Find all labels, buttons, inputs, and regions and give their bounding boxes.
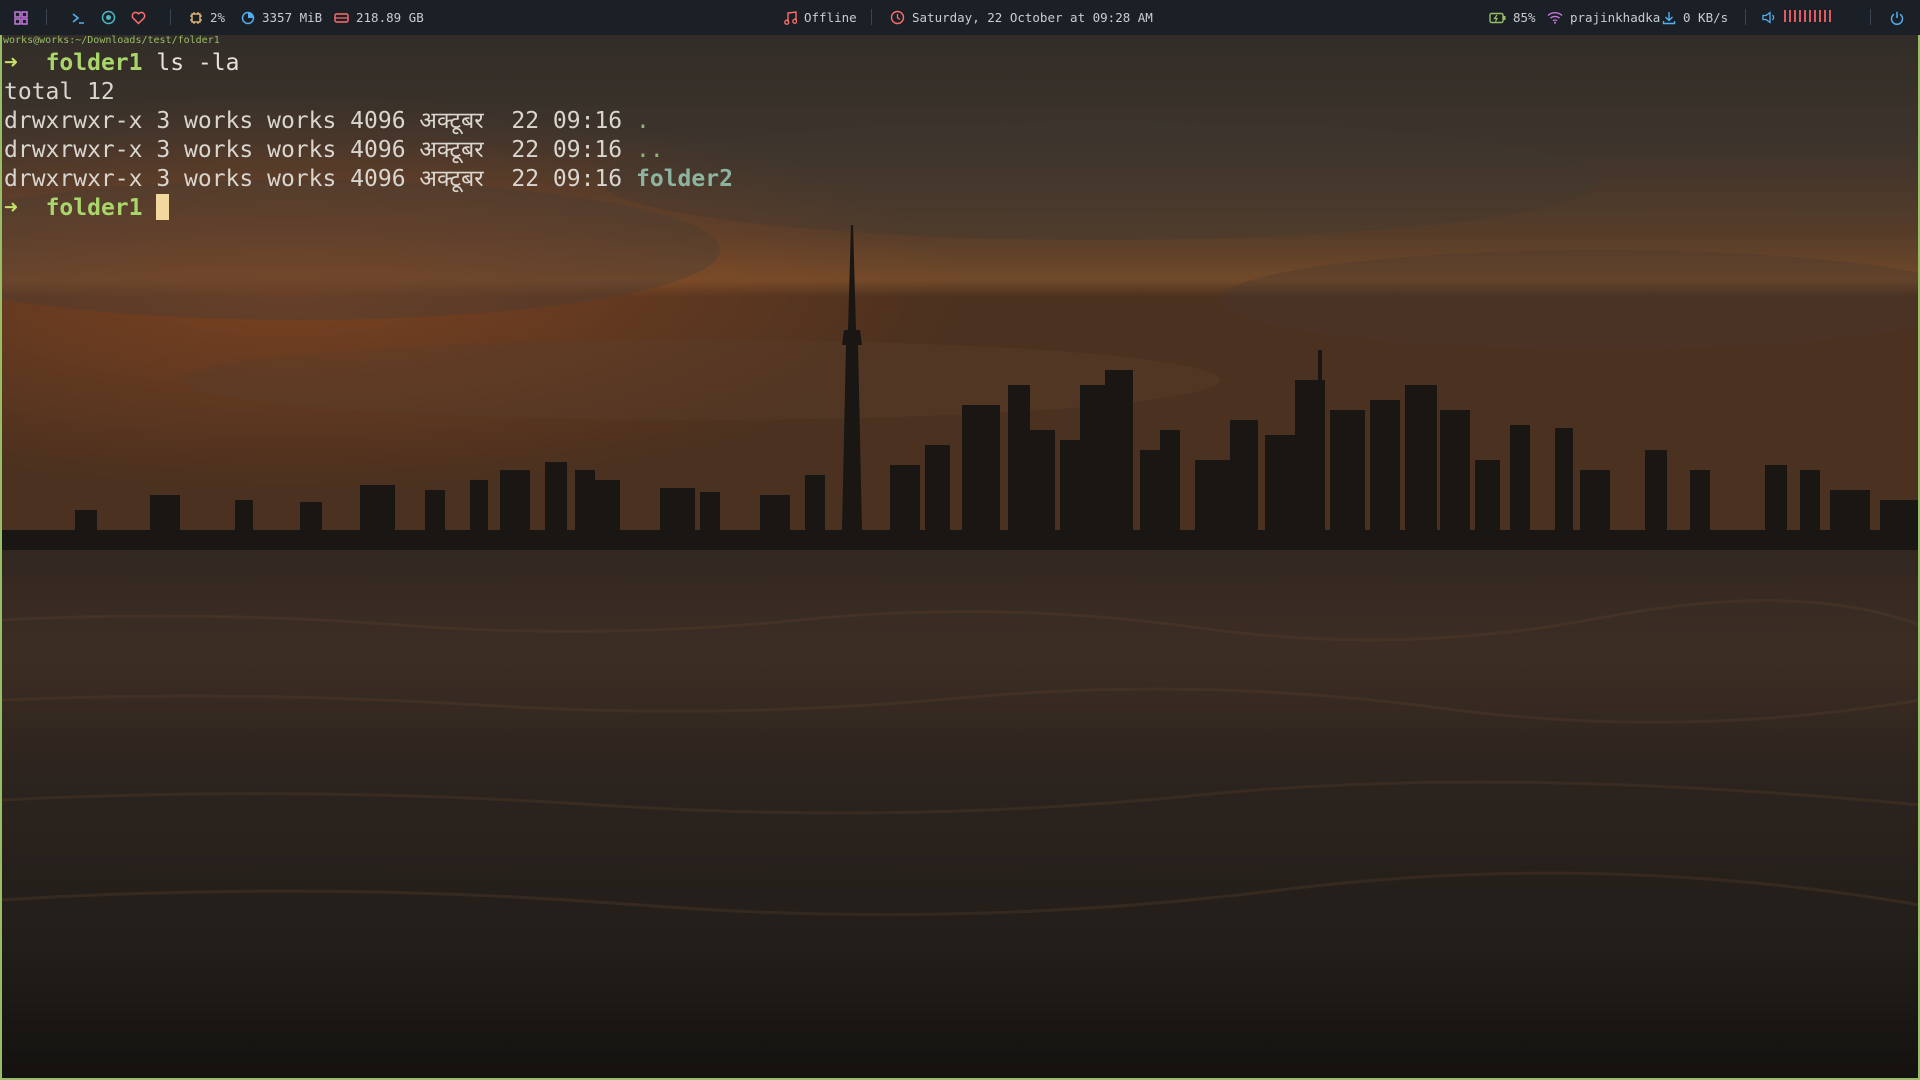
power-button[interactable] (1890, 0, 1904, 35)
memory-indicator: 3357 MiB (241, 0, 322, 35)
volume-bar (1789, 10, 1791, 22)
datetime-text: Saturday, 22 October at 09:28 AM (912, 10, 1153, 25)
entry-month: अक्टूबर (419, 108, 484, 134)
battery-value: 85% (1513, 10, 1536, 25)
volume-level-bars[interactable] (1784, 10, 1834, 25)
prompt-arrow: ➜ (4, 50, 18, 76)
terminal-window[interactable]: works@works:~/Downloads/test/folder1 ➜ f… (0, 35, 1920, 1080)
cpu-indicator: 2% (189, 0, 225, 35)
volume-bar (1784, 10, 1786, 22)
entry-name: . (636, 108, 650, 134)
prompt-arrow: ➜ (4, 195, 18, 221)
network-speed-indicator: 0 KB/s (1662, 0, 1728, 35)
prompt-directory: folder1 (45, 195, 143, 221)
prompt-directory: folder1 (45, 50, 143, 76)
entry-name: folder2 (636, 166, 733, 192)
volume-bar (1829, 10, 1831, 22)
terminal-icon[interactable] (71, 0, 85, 35)
wifi-indicator[interactable]: prajinkhadka (1547, 0, 1660, 35)
terminal-title: works@works:~/Downloads/test/folder1 (3, 35, 220, 46)
entry-month: अक्टूबर (419, 166, 484, 192)
disk-indicator: 218.89 GB (334, 0, 424, 35)
music-note-icon (784, 10, 797, 25)
volume-bar (1824, 10, 1826, 22)
entry-perms: drwxrwxr-x 3 works works 4096 (4, 166, 420, 192)
heart-icon[interactable] (131, 0, 146, 35)
cpu-icon (189, 11, 203, 25)
separator (871, 9, 872, 25)
power-icon (1890, 11, 1904, 25)
top-status-bar: 2% 3357 MiB 218.89 GB Offline Saturday, … (0, 0, 1920, 35)
wifi-icon (1547, 11, 1563, 24)
terminal-line-entry: drwxrwxr-x 3 works works 4096 अक्टूबर 22… (4, 136, 664, 164)
disk-value: 218.89 GB (356, 10, 424, 25)
command-text: ls -la (156, 50, 240, 76)
volume-indicator[interactable] (1762, 0, 1834, 35)
desktop: 2% 3357 MiB 218.89 GB Offline Saturday, … (0, 0, 1920, 1080)
volume-bar (1804, 10, 1806, 22)
net-speed-value: 0 KB/s (1683, 10, 1729, 25)
memory-icon (241, 11, 255, 25)
volume-bar (1819, 10, 1821, 22)
clock-indicator[interactable]: Saturday, 22 October at 09:28 AM (890, 0, 1153, 35)
text-cursor (156, 194, 170, 220)
memory-value: 3357 MiB (262, 10, 323, 25)
separator (46, 9, 47, 25)
entry-time: 22 09:16 (483, 166, 636, 192)
separator (1870, 9, 1871, 25)
terminal-line-prompt[interactable]: ➜ folder1 (4, 194, 170, 222)
browser-icon[interactable] (101, 0, 116, 35)
hard-drive-icon (334, 11, 349, 24)
wifi-name: prajinkhadka (1570, 10, 1661, 25)
battery-charging-icon (1489, 12, 1506, 24)
entry-month: अक्टूबर (419, 137, 484, 163)
separator (170, 9, 171, 25)
entry-time: 22 09:16 (483, 108, 636, 134)
terminal-line-entry: drwxrwxr-x 3 works works 4096 अक्टूबर 22… (4, 107, 650, 135)
volume-bar (1799, 10, 1801, 22)
entry-time: 22 09:16 (483, 137, 636, 163)
download-icon (1662, 11, 1676, 25)
apps-grid-icon[interactable] (14, 0, 28, 35)
terminal-line-command: ➜ folder1 ls -la (4, 49, 239, 77)
volume-bar (1794, 10, 1796, 22)
volume-bar (1814, 10, 1816, 22)
battery-indicator: 85% (1489, 0, 1536, 35)
music-status: Offline (804, 10, 857, 25)
terminal-line-entry: drwxrwxr-x 3 works works 4096 अक्टूबर 22… (4, 165, 733, 193)
clock-icon (890, 10, 905, 25)
entry-name: .. (636, 137, 664, 163)
volume-bar (1809, 10, 1811, 22)
cpu-value: 2% (210, 10, 226, 25)
music-indicator[interactable]: Offline (784, 0, 857, 35)
separator (1745, 9, 1746, 25)
entry-perms: drwxrwxr-x 3 works works 4096 (4, 137, 420, 163)
terminal-line-total: total 12 (4, 79, 115, 105)
entry-perms: drwxrwxr-x 3 works works 4096 (4, 108, 420, 134)
volume-icon (1762, 11, 1777, 24)
